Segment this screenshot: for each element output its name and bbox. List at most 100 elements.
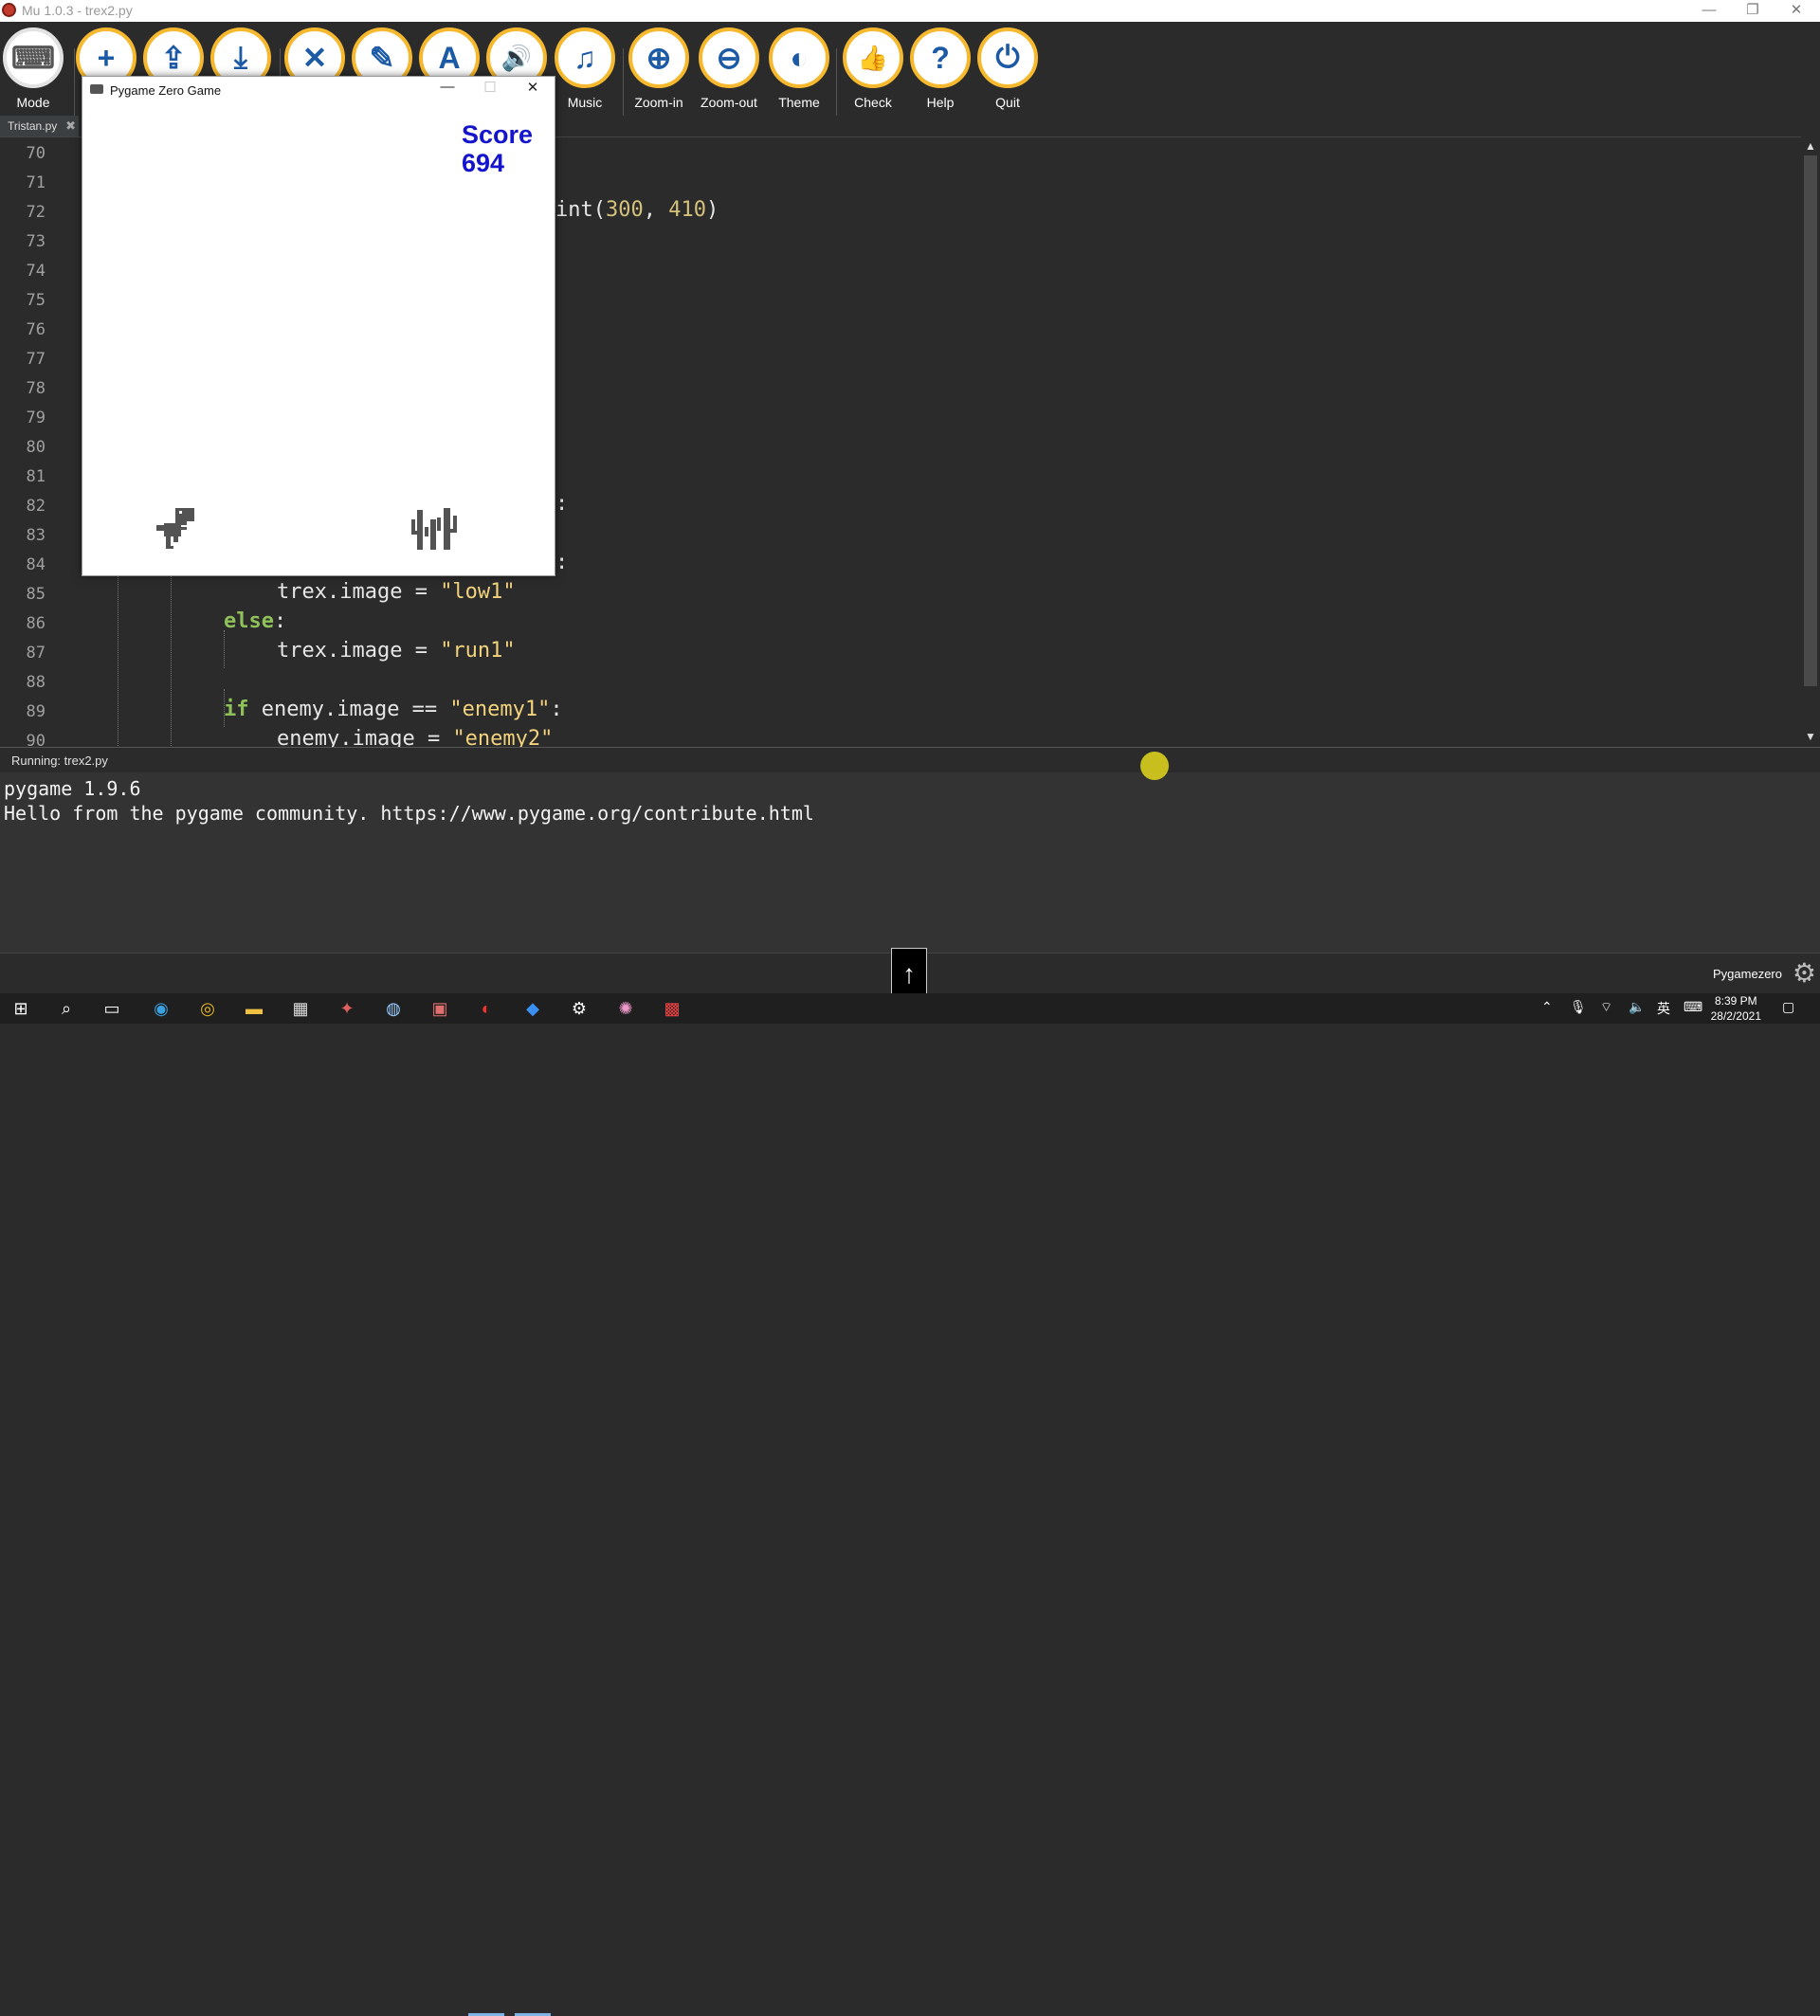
close-tab-icon[interactable]: ✖ bbox=[65, 116, 76, 136]
music-button[interactable]: ♫ Music bbox=[552, 27, 618, 110]
app-icon[interactable]: ✦ bbox=[336, 997, 358, 1020]
cactus-sprite bbox=[411, 508, 457, 550]
help-button[interactable]: ? Help bbox=[907, 27, 974, 110]
zoom-out-button[interactable]: ⊖ Zoom-out bbox=[696, 27, 762, 110]
code-line-87: trex.image = "run1" bbox=[277, 639, 516, 663]
theme-button[interactable]: ◐ Theme bbox=[766, 27, 832, 110]
check-button[interactable]: 👍 Check bbox=[840, 27, 906, 110]
tab-tristan-py[interactable]: Tristan.py ✖ bbox=[0, 116, 79, 136]
search-icon[interactable]: ⌕ bbox=[55, 997, 78, 1020]
controller-icon bbox=[90, 84, 103, 94]
line-number: 72 bbox=[26, 203, 46, 222]
app-icon[interactable]: ▩ bbox=[661, 997, 683, 1020]
output-console[interactable]: pygame 1.9.6 Hello from the pygame commu… bbox=[0, 772, 1820, 953]
mode-label: Mode bbox=[16, 95, 50, 110]
line-number: 73 bbox=[26, 232, 46, 251]
gear-icon[interactable]: ⚙ bbox=[1793, 960, 1816, 987]
chrome-icon[interactable]: ◎ bbox=[196, 997, 219, 1020]
pygame-taskbar-icon[interactable]: ◆ bbox=[521, 997, 544, 1020]
power-icon: ⏻ bbox=[977, 27, 1038, 88]
current-mode-label: Pygamezero bbox=[1713, 967, 1782, 981]
score-label: Score bbox=[462, 120, 534, 149]
line-number: 87 bbox=[26, 644, 46, 663]
line-number: 77 bbox=[26, 350, 46, 369]
pygame-title-bar: Pygame Zero Game — ☐ ✕ bbox=[82, 77, 555, 102]
console-line: Hello from the pygame community. https:/… bbox=[4, 802, 814, 825]
notifications-icon[interactable]: ▢ bbox=[1782, 999, 1794, 1015]
file-explorer-icon[interactable]: ▬ bbox=[243, 997, 265, 1020]
mu-app-icon bbox=[2, 3, 16, 17]
wifi-icon[interactable]: ⌔ bbox=[1600, 999, 1612, 1016]
pygame-window-title: Pygame Zero Game bbox=[110, 83, 222, 98]
system-clock[interactable]: 8:39 PM 28/2/2021 bbox=[1711, 993, 1761, 1024]
line-number: 78 bbox=[26, 379, 46, 398]
title-bar: Mu 1.0.3 - trex2.py — ❐ ✕ bbox=[0, 0, 1820, 22]
score-display: Score 694 bbox=[462, 120, 533, 177]
line-number: 88 bbox=[26, 673, 46, 692]
pygame-window[interactable]: Pygame Zero Game — ☐ ✕ Score 694 bbox=[82, 76, 555, 576]
code-text: : bbox=[550, 698, 563, 721]
code-keyword: if bbox=[224, 698, 249, 721]
pygame-close-button[interactable]: ✕ bbox=[519, 79, 547, 96]
code-number: 300 bbox=[605, 198, 644, 222]
scroll-up-icon[interactable]: ▲ bbox=[1805, 139, 1816, 153]
show-hidden-icons-icon[interactable]: ⌃ bbox=[1541, 999, 1553, 1015]
score-value: 694 bbox=[462, 149, 505, 177]
line-number: 83 bbox=[26, 526, 46, 545]
pygame-minimize-button[interactable]: — bbox=[433, 79, 462, 95]
mode-button[interactable]: ⌨ Mode bbox=[0, 27, 66, 110]
code-number: 410 bbox=[668, 198, 706, 222]
console-line: pygame 1.9.6 bbox=[4, 777, 141, 800]
mu-editor-taskbar-icon[interactable]: ◐ bbox=[475, 997, 498, 1020]
keyboard-icon[interactable]: ⌨ bbox=[1684, 999, 1702, 1015]
code-string: "low1" bbox=[440, 580, 516, 604]
code-text: trex.image = bbox=[277, 580, 441, 604]
clock-time: 8:39 PM bbox=[1714, 994, 1757, 1008]
tab-label: Tristan.py bbox=[8, 119, 58, 133]
app-icon[interactable]: ▣ bbox=[428, 997, 451, 1020]
code-keyword: else bbox=[224, 609, 274, 633]
zoom-in-button[interactable]: ⊕ Zoom-in bbox=[626, 27, 692, 110]
input-language-label[interactable]: 英 bbox=[1657, 999, 1670, 1018]
code-line-89: if enemy.image == "enemy1": bbox=[224, 698, 563, 721]
windows-start-icon[interactable]: ⊞ bbox=[9, 997, 32, 1020]
line-number: 86 bbox=[26, 614, 46, 633]
microphone-icon[interactable]: 🎙 bbox=[1570, 999, 1587, 1015]
zoom-in-label: Zoom-in bbox=[634, 95, 683, 110]
check-label: Check bbox=[854, 95, 892, 110]
line-number: 70 bbox=[26, 144, 46, 163]
scrollbar-thumb[interactable] bbox=[1804, 155, 1817, 686]
theme-icon: ◐ bbox=[769, 27, 829, 88]
clock-date: 28/2/2021 bbox=[1710, 1009, 1761, 1023]
line-number: 79 bbox=[26, 409, 46, 427]
app-icon[interactable]: ◍ bbox=[382, 997, 405, 1020]
task-view-icon[interactable]: ▭ bbox=[100, 997, 123, 1020]
windows-taskbar: ⊞ ⌕ ▭ ◉ ◎ ▬ ▦ ✦ ◍ ▣ ◐ ◆ ⚙ ✺ ▩ ⌃ 🎙 ⌔ 🔈 英 … bbox=[0, 993, 1820, 2016]
scroll-down-icon[interactable]: ▼ bbox=[1805, 730, 1816, 743]
settings-icon[interactable]: ⚙ bbox=[568, 997, 591, 1020]
store-icon[interactable]: ▦ bbox=[289, 997, 312, 1020]
edge-icon[interactable]: ◉ bbox=[150, 997, 173, 1020]
trex-sprite bbox=[156, 508, 194, 549]
close-button[interactable]: ✕ bbox=[1774, 0, 1818, 22]
thumbs-up-icon: 👍 bbox=[843, 27, 903, 88]
zoom-in-icon: ⊕ bbox=[628, 27, 689, 88]
restore-button[interactable]: ❐ bbox=[1731, 0, 1774, 22]
line-number: 74 bbox=[26, 262, 46, 281]
editor-scrollbar[interactable]: ▲ ▼ bbox=[1801, 136, 1820, 747]
app-icon[interactable]: ✺ bbox=[614, 997, 637, 1020]
volume-icon[interactable]: 🔈 bbox=[1629, 999, 1645, 1015]
line-number: 89 bbox=[26, 702, 46, 721]
code-text: , bbox=[643, 198, 669, 222]
line-number: 75 bbox=[26, 291, 46, 310]
quit-button[interactable]: ⏻ Quit bbox=[974, 27, 1041, 110]
minimize-button[interactable]: — bbox=[1687, 0, 1731, 22]
code-text: int( bbox=[555, 198, 606, 222]
code-line-72: int(300, 410) bbox=[555, 198, 719, 222]
code-string: "enemy1" bbox=[449, 698, 551, 721]
indent-guide bbox=[224, 630, 225, 668]
pygame-maximize-button[interactable]: ☐ bbox=[476, 79, 504, 96]
code-line-85: trex.image = "low1" bbox=[277, 580, 516, 604]
line-number: 84 bbox=[26, 555, 46, 574]
zoom-out-label: Zoom-out bbox=[701, 95, 757, 110]
